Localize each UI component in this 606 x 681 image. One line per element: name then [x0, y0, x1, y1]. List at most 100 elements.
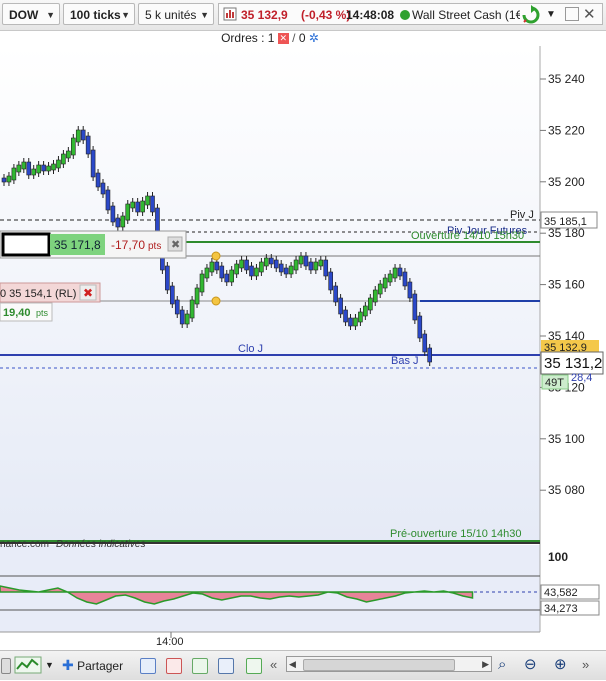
quote-time: 14:48:08 [346, 8, 395, 22]
price-axis-label: 35 100 [548, 432, 585, 446]
time-axis-label: 14:00 [156, 636, 184, 648]
order-widget-1[interactable]: 35 171,8 -17,70 pts ✖ [0, 230, 187, 259]
ticks-label: 100 ticks [70, 8, 121, 22]
last-price: 35 132,9 [241, 8, 288, 22]
order-marker[interactable] [211, 251, 221, 261]
candle [16, 164, 22, 173]
source-label: nance.com [0, 539, 49, 550]
calendar-icon[interactable] [166, 655, 182, 675]
candle [268, 257, 274, 265]
candle [288, 265, 294, 275]
candle [51, 163, 56, 171]
candle [199, 273, 205, 293]
candle [427, 347, 433, 363]
order-qty-box[interactable] [1, 232, 51, 257]
bas-j-label: Bas J [391, 355, 419, 367]
scroll-left-icon[interactable]: ◀ [289, 657, 296, 671]
candle [338, 297, 343, 315]
candle [100, 182, 106, 195]
price-chart[interactable]: 35 24035 22035 20035 18035 16035 14035 1… [0, 30, 606, 650]
price-change: (-0,43 %) [301, 8, 351, 22]
ticks-select[interactable]: 100 ticks ▼ [63, 3, 135, 25]
maximize-icon[interactable] [565, 7, 579, 21]
candle [224, 273, 230, 283]
share-icon: ✚ [62, 657, 74, 673]
candle [348, 317, 353, 327]
candle [407, 281, 413, 299]
chevron-down-icon: ▼ [121, 10, 130, 20]
candle [115, 217, 121, 228]
crosshair-price-text: 35 131,2 [544, 355, 602, 372]
chevron-down-icon: ▼ [46, 10, 55, 20]
candle [313, 261, 319, 271]
candle [150, 195, 155, 213]
candle [358, 311, 363, 323]
zoom-fit-icon[interactable]: ⌕ [498, 655, 506, 675]
candle [125, 203, 131, 221]
candle [234, 263, 239, 275]
close-icon[interactable]: ✕ [583, 4, 596, 24]
zoom-chart-icon[interactable] [246, 655, 262, 675]
candle [259, 261, 264, 273]
comment-icon[interactable] [140, 655, 156, 675]
preouverture-label: Pré-ouverture 15/10 14h30 [390, 528, 521, 540]
ouverture-label: Ouverture 14/10 15h30 [411, 230, 524, 242]
chart-mini-icon[interactable] [223, 7, 237, 21]
zoom-in-icon[interactable]: ⊕ [554, 655, 567, 675]
candle [244, 259, 249, 271]
scroll-end-icon[interactable]: » [582, 655, 589, 675]
order-pts-1: -17,70 [111, 238, 145, 252]
crosshair-ticks-text: 49T [545, 377, 564, 389]
candle [249, 265, 254, 277]
zoom-out-icon[interactable]: ⊖ [524, 655, 537, 675]
refresh-icon[interactable] [521, 5, 541, 25]
candle [165, 265, 170, 291]
candle [283, 267, 289, 275]
candle [170, 285, 175, 305]
price-axis-label: 35 220 [548, 123, 585, 137]
candle [95, 172, 101, 188]
candle [36, 164, 41, 174]
clo-j-label: Clo J [238, 343, 263, 355]
chevron-down-icon[interactable]: ▼ [546, 4, 556, 24]
oscillator-top-label: 100 [548, 550, 568, 564]
cancel-icon: ✖ [83, 286, 93, 300]
order-pts-unit-1: pts [148, 241, 161, 252]
candle [367, 297, 373, 311]
chevron-down-icon[interactable]: ▼ [45, 655, 54, 675]
candle [90, 149, 96, 178]
horizontal-scrollbar[interactable]: ◀ ▶ [286, 656, 492, 672]
candle [328, 271, 334, 291]
close-icon: ✖ [171, 238, 180, 251]
scroll-start-icon[interactable]: « [270, 655, 277, 675]
piv-j-label: Piv J [510, 209, 534, 221]
candle [140, 200, 145, 213]
candle [417, 315, 423, 339]
chart-type-button[interactable] [14, 655, 42, 675]
units-label: 5 k unités [145, 8, 197, 22]
candle [105, 189, 111, 211]
quote-panel: 35 132,9 (-0,43 %) 14:48:08 Wall Street … [218, 3, 603, 25]
candle [110, 205, 116, 223]
scroll-right-icon[interactable]: ▶ [482, 657, 489, 671]
grid-icon[interactable] [192, 655, 208, 675]
candle [6, 175, 12, 183]
candle [402, 271, 408, 287]
order-marker[interactable] [211, 296, 221, 306]
candle [130, 201, 135, 209]
price-axis-label: 35 080 [548, 483, 585, 497]
scrollbar-thumb[interactable] [303, 659, 455, 671]
panel-icon[interactable] [1, 655, 11, 675]
oscillator-plot-area[interactable] [0, 545, 540, 632]
candle [343, 309, 348, 323]
share-button[interactable]: ✚ Partager [62, 655, 123, 675]
candle [56, 159, 61, 169]
instrument-select[interactable]: DOW ▼ [2, 3, 60, 25]
candle [387, 273, 393, 283]
candle [31, 168, 37, 176]
candle [377, 283, 383, 295]
candle [293, 259, 299, 271]
units-select[interactable]: 5 k unités ▼ [138, 3, 214, 25]
candle [318, 259, 324, 267]
screenshot-icon[interactable] [218, 655, 234, 675]
